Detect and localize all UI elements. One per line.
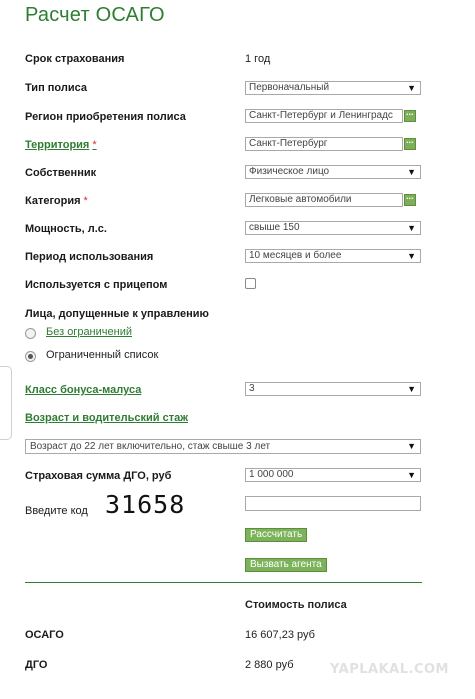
drivers-unlimited-radio[interactable] [25,328,36,339]
age-experience-select[interactable]: Возраст до 22 лет включительно, стаж свы… [25,439,421,454]
chevron-down-icon: ▼ [407,83,416,93]
category-picker-icon[interactable] [404,191,416,206]
term-label: Срок страхования [25,53,125,65]
chevron-down-icon: ▼ [407,384,416,394]
period-select-value: 10 месяцев и более [249,250,342,261]
captcha-label: Введите код [25,505,88,517]
category-label-text: Категория [25,195,81,207]
watermark: YAPLAKAL.COM [330,662,449,677]
policy-type-select[interactable]: Первоначальный ▼ [245,81,421,95]
territory-field[interactable]: Санкт-Петербург [245,137,403,151]
chevron-down-icon: ▼ [407,223,416,233]
calculate-button[interactable]: Рассчитать [245,528,308,542]
dgo-sum-select-value: 1 000 000 [249,469,294,480]
chevron-down-icon: ▼ [407,251,416,261]
power-select-value: свыше 150 [249,222,300,233]
power-label: Мощность, л.с. [25,223,107,235]
result-dgo-value: 2 880 руб [245,659,294,671]
trailer-checkbox[interactable] [245,278,256,289]
territory-label-text: Территория [25,139,90,151]
region-label: Регион приобретения полиса [25,111,186,123]
result-osago-label: ОСАГО [25,629,64,641]
policy-type-select-value: Первоначальный [249,82,330,93]
age-experience-label[interactable]: Возраст и водительский стаж [25,412,188,424]
drivers-limited-radio[interactable] [25,351,36,362]
age-experience-select-value: Возраст до 22 лет включительно, стаж свы… [30,441,271,452]
category-label: Категория * [25,195,88,207]
side-panel-tab[interactable] [0,366,12,440]
owner-select-value: Физическое лицо [249,166,330,177]
bonus-malus-label[interactable]: Класс бонуса-малуса [25,384,141,396]
page-title: Расчет ОСАГО [25,4,165,26]
chevron-down-icon: ▼ [407,441,416,451]
drivers-label: Лица, допущенные к управлению [25,308,209,320]
territory-label[interactable]: Территория * [25,139,97,151]
term-value: 1 год [245,53,271,65]
drivers-limited-label: Ограниченный список [46,349,159,361]
category-field[interactable]: Легковые автомобили [245,193,403,207]
call-agent-button[interactable]: Вызвать агента [245,558,327,572]
region-picker-icon[interactable] [404,107,416,122]
region-field[interactable]: Санкт-Петербург и Ленинградс [245,109,403,123]
period-select[interactable]: 10 месяцев и более ▼ [245,249,421,263]
owner-label: Собственник [25,167,97,179]
result-osago-value: 16 607,23 руб [245,629,315,641]
captcha-input[interactable] [245,496,421,511]
dgo-sum-label: Страховая сумма ДГО, руб [25,470,172,482]
drivers-unlimited-label[interactable]: Без ограничений [46,326,132,338]
owner-select[interactable]: Физическое лицо ▼ [245,165,421,179]
result-dgo-label: ДГО [25,659,48,671]
chevron-down-icon: ▼ [407,470,416,480]
territory-picker-icon[interactable] [404,135,416,150]
bonus-malus-select-value: 3 [249,383,255,394]
required-mark: * [92,139,97,151]
chevron-down-icon: ▼ [407,167,416,177]
required-mark: * [83,195,88,207]
dgo-sum-select[interactable]: 1 000 000 ▼ [245,468,421,482]
period-label: Период использования [25,251,154,263]
results-header: Стоимость полиса [245,599,347,611]
captcha-image: 31658 [105,490,186,519]
power-select[interactable]: свыше 150 ▼ [245,221,421,235]
divider [25,582,422,583]
policy-type-label: Тип полиса [25,82,87,94]
trailer-label: Используется с прицепом [25,279,168,291]
bonus-malus-select[interactable]: 3 ▼ [245,382,421,396]
